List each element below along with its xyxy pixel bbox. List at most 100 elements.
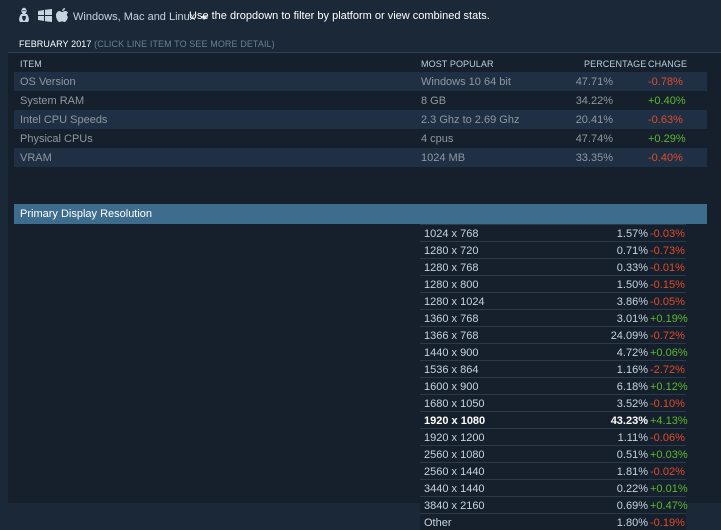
resolution-percentage: 1.81% — [616, 466, 648, 478]
row-percentage: 34.22% — [575, 95, 613, 107]
resolution-label: Other — [424, 517, 452, 529]
resolution-change: -0.03% — [650, 228, 685, 240]
resolution-percentage: 1.16% — [616, 364, 648, 376]
resolution-label: 1280 x 768 — [424, 262, 479, 274]
row-item: Intel CPU Speeds — [20, 114, 108, 126]
table-row-physical-cpus[interactable]: Physical CPUs 4 cpus 47.74% +0.29% — [14, 129, 707, 148]
platform-filter-bar: Windows, Mac and Linux Use the dropdown … — [0, 0, 721, 32]
resolution-change: +0.06% — [650, 347, 688, 359]
resolution-row: 1920 x 1200 1.11% -0.06% — [420, 428, 686, 445]
row-most-popular: 8 GB — [421, 95, 447, 107]
resolution-row: 2560 x 1080 0.51% +0.03% — [420, 445, 688, 462]
apple-icon[interactable] — [56, 8, 68, 23]
resolution-change: -0.06% — [650, 432, 685, 444]
resolution-row: 1280 x 720 0.71% -0.73% — [420, 241, 686, 258]
windows-icon[interactable] — [38, 9, 52, 22]
resolution-percentage: 6.18% — [616, 381, 648, 393]
resolution-change: -0.02% — [650, 466, 685, 478]
resolution-change: -2.72% — [650, 364, 685, 376]
resolution-percentage: 0.33% — [616, 262, 648, 274]
resolution-label: 2560 x 1080 — [424, 449, 485, 461]
platform-dropdown[interactable]: Windows, Mac and Linux — [73, 10, 209, 24]
resolution-label: 1680 x 1050 — [424, 398, 485, 410]
resolution-label: 3440 x 1440 — [424, 483, 485, 495]
resolution-row: 1536 x 864 1.16% -2.72% — [420, 360, 686, 377]
resolution-change: -0.19% — [650, 517, 685, 529]
row-change: -0.78% — [648, 76, 683, 88]
row-change: -0.63% — [648, 114, 683, 126]
row-item: Physical CPUs — [20, 133, 93, 145]
resolution-percentage: 1.11% — [617, 432, 648, 444]
resolution-percentage: 3.86% — [616, 296, 648, 308]
resolution-change: -0.72% — [650, 330, 685, 342]
table-row-system-ram[interactable]: System RAM 8 GB 34.22% +0.40% — [14, 91, 707, 110]
resolution-row: 1366 x 768 24.09% -0.72% — [420, 326, 686, 343]
resolution-percentage: 24.09% — [610, 330, 648, 342]
row-item: OS Version — [20, 76, 76, 88]
resolution-change: +0.01% — [650, 483, 688, 495]
stats-panel: FEBRUARY 2017 (CLICK LINE ITEM TO SEE MO… — [8, 35, 721, 530]
table-row-os-version[interactable]: OS Version Windows 10 64 bit 47.71% -0.7… — [14, 72, 707, 91]
resolution-change: -0.01% — [650, 262, 685, 274]
resolution-percentage: 3.01% — [616, 313, 648, 325]
resolution-label: 2560 x 1440 — [424, 466, 485, 478]
resolution-change: +0.47% — [650, 500, 688, 512]
resolution-percentage: 0.51% — [616, 449, 648, 461]
resolution-change: -0.10% — [650, 398, 685, 410]
resolution-row: 1360 x 768 3.01% +0.19% — [420, 309, 688, 326]
resolution-label: 1600 x 900 — [424, 381, 479, 393]
panel-subtitle: (CLICK LINE ITEM TO SEE MORE DETAIL) — [94, 39, 275, 49]
row-change: -0.40% — [648, 152, 683, 164]
resolution-row: 3840 x 2160 0.69% +0.47% — [420, 496, 688, 513]
row-percentage: 47.74% — [575, 133, 613, 145]
panel-header: FEBRUARY 2017 (CLICK LINE ITEM TO SEE MO… — [8, 35, 721, 53]
resolution-percentage: 0.69% — [616, 500, 648, 512]
resolution-percentage: 1.57% — [616, 228, 648, 240]
resolution-percentage: 0.22% — [616, 483, 648, 495]
resolution-change: -0.15% — [650, 279, 685, 291]
row-percentage: 47.71% — [575, 76, 613, 88]
table-row-intel-cpu-speeds[interactable]: Intel CPU Speeds 2.3 Ghz to 2.69 Ghz 20.… — [14, 110, 707, 129]
row-item: VRAM — [20, 152, 52, 164]
section-row-primary-display-resolution[interactable]: Primary Display Resolution — [14, 204, 707, 224]
platform-dropdown-label: Windows, Mac and Linux — [73, 11, 196, 23]
resolution-label: 1280 x 720 — [424, 245, 479, 257]
resolution-percentage: 3.52% — [616, 398, 648, 410]
resolution-change: -0.73% — [650, 245, 685, 257]
resolution-row: 1280 x 800 1.50% -0.15% — [420, 275, 686, 292]
row-most-popular: Windows 10 64 bit — [421, 76, 511, 88]
resolution-row: 1920 x 1080 43.23% +4.13% — [420, 411, 688, 428]
resolution-label: 1360 x 768 — [424, 313, 479, 325]
row-most-popular: 1024 MB — [421, 152, 466, 164]
resolution-change: +4.13% — [650, 415, 688, 427]
column-header-change: CHANGE — [648, 59, 688, 69]
resolution-percentage: 43.23% — [610, 415, 648, 427]
resolution-change: +0.03% — [650, 449, 688, 461]
resolution-row: 1600 x 900 6.18% +0.12% — [420, 377, 688, 394]
resolution-row: 1280 x 1024 3.86% -0.05% — [420, 292, 686, 309]
resolution-percentage: 0.71% — [616, 245, 648, 257]
resolution-label: 1440 x 900 — [424, 347, 479, 359]
resolution-label: 1920 x 1080 — [424, 415, 486, 427]
table-row-vram[interactable]: VRAM 1024 MB 33.35% -0.40% — [14, 148, 707, 167]
column-header-item: ITEM — [20, 59, 42, 69]
resolution-label: 1920 x 1200 — [424, 432, 485, 444]
resolution-label: 3840 x 2160 — [424, 500, 485, 512]
row-change: +0.40% — [648, 95, 686, 107]
resolution-row: 1280 x 768 0.33% -0.01% — [420, 258, 686, 275]
row-item: System RAM — [20, 95, 85, 107]
resolution-change: +0.19% — [650, 313, 688, 325]
column-header-percentage: PERCENTAGE — [584, 59, 647, 69]
filter-hint-text: Use the dropdown to filter by platform o… — [189, 10, 490, 22]
row-percentage: 20.41% — [575, 114, 613, 126]
resolution-row: 1440 x 900 4.72% +0.06% — [420, 343, 688, 360]
resolution-row: 1680 x 1050 3.52% -0.10% — [420, 394, 686, 411]
column-header-most-popular: MOST POPULAR — [421, 59, 494, 69]
resolution-row: Other 1.80% -0.19% — [420, 513, 686, 530]
resolution-label: 1024 x 768 — [424, 228, 479, 240]
resolution-label: 1280 x 800 — [424, 279, 479, 291]
linux-icon[interactable] — [17, 7, 31, 23]
row-most-popular: 2.3 Ghz to 2.69 Ghz — [421, 114, 520, 126]
row-change: +0.29% — [648, 133, 686, 145]
panel-title: FEBRUARY 2017 (CLICK LINE ITEM TO SEE MO… — [19, 39, 275, 49]
